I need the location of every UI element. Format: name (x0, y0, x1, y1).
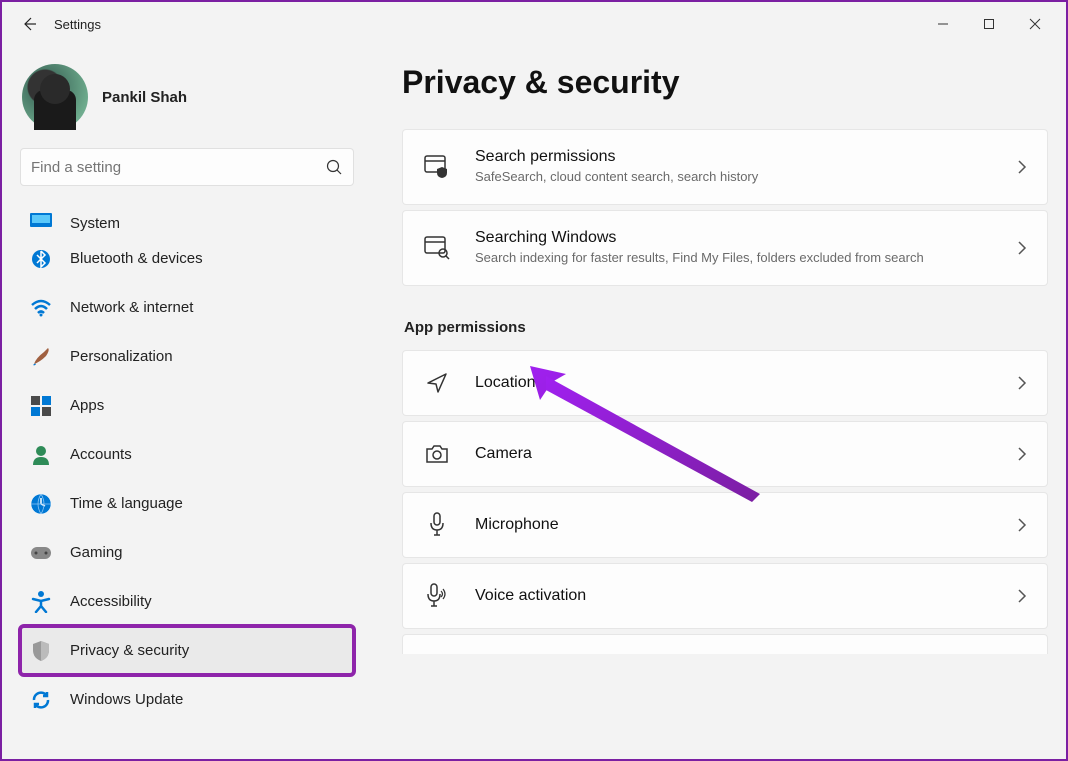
location-icon (423, 369, 451, 397)
section-label: App permissions (402, 291, 1048, 350)
card-partial[interactable] (402, 634, 1048, 654)
search-input[interactable] (31, 159, 326, 176)
sidebar-item-update[interactable]: Windows Update (20, 675, 354, 724)
accessibility-icon (30, 591, 52, 613)
brush-icon (30, 346, 52, 368)
card-title: Voice activation (475, 587, 1005, 605)
user-name: Pankil Shah (102, 89, 187, 106)
card-searching-windows[interactable]: Searching Windows Search indexing for fa… (402, 210, 1048, 286)
avatar (22, 64, 88, 130)
sidebar-item-gaming[interactable]: Gaming (20, 528, 354, 577)
chevron-right-icon (1017, 375, 1027, 391)
main-content: Privacy & security Search permissions Sa… (372, 46, 1066, 759)
monitor-icon (30, 210, 52, 232)
card-title: Location (475, 374, 1005, 392)
sidebar-item-privacy[interactable]: Privacy & security (20, 626, 354, 675)
search-box[interactable] (20, 148, 354, 186)
sidebar-item-network[interactable]: Network & internet (20, 283, 354, 332)
clock-globe-icon (30, 493, 52, 515)
sidebar: Pankil Shah System Bluetooth & devices N… (2, 46, 372, 759)
card-search-permissions[interactable]: Search permissions SafeSearch, cloud con… (402, 129, 1048, 205)
sidebar-item-label: Bluetooth & devices (70, 250, 203, 267)
user-profile[interactable]: Pankil Shah (20, 58, 354, 148)
card-subtitle: SafeSearch, cloud content search, search… (475, 168, 1005, 186)
wifi-icon (30, 297, 52, 319)
card-title: Search permissions (475, 148, 1005, 166)
sync-icon (30, 689, 52, 711)
sidebar-item-label: Windows Update (70, 691, 183, 708)
sidebar-item-bluetooth[interactable]: Bluetooth & devices (20, 234, 354, 283)
sidebar-item-system[interactable]: System (20, 204, 354, 234)
microphone-icon (423, 511, 451, 539)
sidebar-item-label: Accounts (70, 446, 132, 463)
sidebar-item-label: Gaming (70, 544, 123, 561)
card-microphone[interactable]: Microphone (402, 492, 1048, 558)
card-subtitle: Search indexing for faster results, Find… (475, 249, 1005, 267)
sidebar-item-label: Personalization (70, 348, 173, 365)
sidebar-item-label: Privacy & security (70, 642, 189, 659)
card-location[interactable]: Location (402, 350, 1048, 416)
gamepad-icon (30, 542, 52, 564)
window-controls (920, 2, 1058, 46)
sidebar-item-label: Network & internet (70, 299, 193, 316)
apps-icon (30, 395, 52, 417)
maximize-button[interactable] (966, 2, 1012, 46)
chevron-right-icon (1017, 517, 1027, 533)
card-title: Camera (475, 445, 1005, 463)
window-search-icon (423, 234, 451, 262)
sidebar-item-accessibility[interactable]: Accessibility (20, 577, 354, 626)
minimize-button[interactable] (920, 2, 966, 46)
sidebar-item-label: Apps (70, 397, 104, 414)
back-button[interactable] (10, 5, 48, 43)
sidebar-item-label: Time & language (70, 495, 183, 512)
bluetooth-icon (30, 248, 52, 270)
search-icon (326, 159, 343, 176)
sidebar-item-personalization[interactable]: Personalization (20, 332, 354, 381)
card-camera[interactable]: Camera (402, 421, 1048, 487)
chevron-right-icon (1017, 446, 1027, 462)
shield-icon (30, 640, 52, 662)
chevron-right-icon (1017, 588, 1027, 604)
card-title: Microphone (475, 516, 1005, 534)
sidebar-item-label: Accessibility (70, 593, 152, 610)
sidebar-item-accounts[interactable]: Accounts (20, 430, 354, 479)
close-button[interactable] (1012, 2, 1058, 46)
card-voice-activation[interactable]: Voice activation (402, 563, 1048, 629)
page-title: Privacy & security (402, 46, 1048, 129)
titlebar: Settings (2, 2, 1066, 46)
window-shield-icon (423, 153, 451, 181)
camera-icon (423, 440, 451, 468)
card-title: Searching Windows (475, 229, 1005, 247)
sidebar-item-apps[interactable]: Apps (20, 381, 354, 430)
chevron-right-icon (1017, 240, 1027, 256)
sidebar-item-label: System (70, 215, 120, 232)
person-icon (30, 444, 52, 466)
voice-icon (423, 582, 451, 610)
chevron-right-icon (1017, 159, 1027, 175)
back-arrow-icon (21, 16, 37, 32)
window-title: Settings (48, 17, 101, 32)
sidebar-item-time[interactable]: Time & language (20, 479, 354, 528)
